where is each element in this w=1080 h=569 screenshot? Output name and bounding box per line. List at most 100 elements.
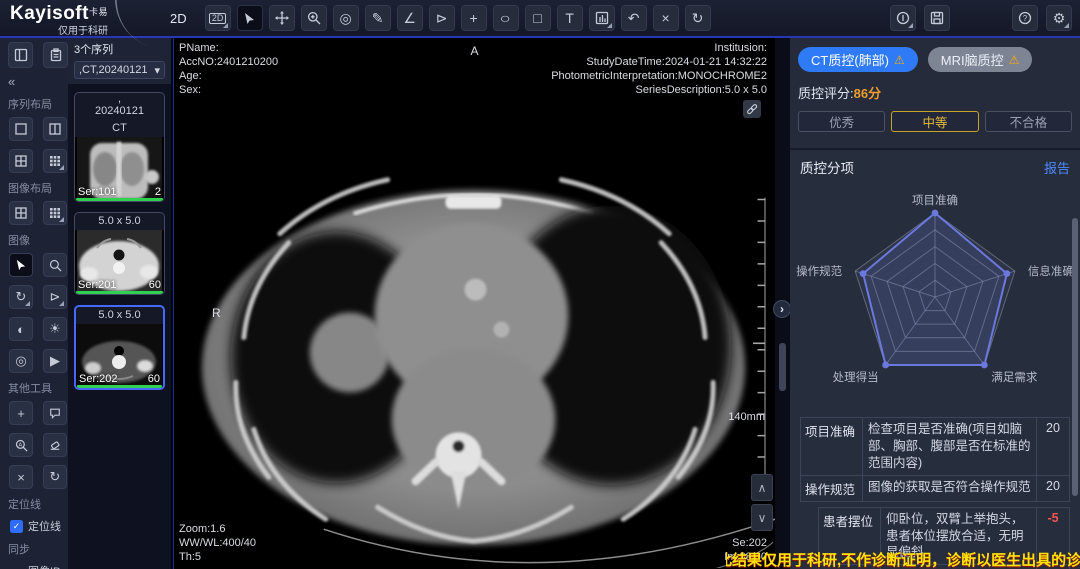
roi-magnifier-icon: A (15, 439, 28, 452)
magnifier-tool-sidebar[interactable] (43, 253, 67, 277)
rotate-tool-sidebar[interactable]: ↻ (9, 285, 33, 309)
layout-2d-button[interactable]: 2D (205, 5, 231, 31)
eraser-other-tool[interactable] (43, 433, 67, 457)
help-icon: ? (1018, 11, 1032, 25)
cursor-icon (15, 259, 27, 271)
section-title-locator: 定位线 (0, 496, 68, 512)
grade-fail-button[interactable]: 不合格 (985, 111, 1072, 132)
locator-line-checkbox[interactable] (10, 520, 23, 533)
checkbox-row-image-id-sync[interactable]: 图像ID同步 (0, 563, 68, 569)
collapse-sidebar-button[interactable]: « (0, 74, 68, 89)
target-tool-sidebar[interactable]: ◎ (9, 349, 33, 373)
layout-3x3-button[interactable] (43, 149, 67, 173)
zoom-window-overlay: Zoom:1.6 WW/WL:400/40 Th:5 (179, 522, 256, 564)
pointer-tool-button[interactable] (237, 5, 263, 31)
zoom-in-icon (307, 11, 321, 25)
orientation-anterior: A (470, 44, 478, 58)
section-title-image-layout: 图像布局 (0, 180, 68, 196)
cine-probe-tool-sidebar[interactable]: ⊳ (43, 285, 67, 309)
radar-chart: 项目准确信息准确满足需求处理得当操作规范 (790, 179, 1080, 415)
svg-text:?: ? (1023, 14, 1028, 23)
grade-excellent-button[interactable]: 优秀 (798, 111, 885, 132)
thumbnail-neck-bright[interactable]: Ser:20160 (75, 230, 164, 294)
contrast-tool-sidebar[interactable]: ◐ (9, 317, 33, 341)
series-card-201[interactable]: 5.0 x 5.0 Ser:20160 (74, 212, 165, 295)
thumbnail-neck-dark[interactable]: Ser:20260 (76, 324, 163, 388)
info-button[interactable] (890, 5, 916, 31)
svg-text:处理得当: 处理得当 (833, 370, 879, 384)
angle-tool-button[interactable]: ∠ (397, 5, 423, 31)
load-progress (76, 198, 163, 201)
reset-other-tool[interactable]: ↻ (43, 465, 67, 489)
pencil-tool-button[interactable]: ✎ (365, 5, 391, 31)
text-annotation-button[interactable]: T (557, 5, 583, 31)
settings-button[interactable]: ⚙ (1046, 5, 1072, 31)
window-level-button[interactable] (589, 5, 615, 31)
link-sync-button[interactable] (743, 100, 761, 118)
layout-2x2-icon (15, 155, 27, 167)
table-row: 操作规范 图像的获取是否符合操作规范 20 (801, 476, 1069, 502)
svg-text:满足需求: 满足需求 (991, 371, 1037, 384)
layout-2x2-button[interactable] (9, 149, 33, 173)
toolbar-tools: 2D ◎ ✎ ∠ ⊳ + ○ □ T ↶ × ↻ (205, 5, 711, 31)
checkbox-row-locator-line[interactable]: 定位线 (0, 518, 68, 534)
zoom-in-tool-button[interactable] (301, 5, 327, 31)
cursor-tool-sidebar[interactable] (9, 253, 33, 277)
pacs-app: Kayisoft卡易 仅用于科研 2D 2D ◎ ✎ ∠ ⊳ + ○ □ T (0, 0, 1080, 569)
tab-ct-qc[interactable]: CT质控(肺部) ⚠ (798, 47, 918, 72)
report-tab[interactable] (43, 42, 68, 68)
left-sidebar: « 序列布局 图像布局 图像 ↻ ⊳ ◐ ☀ ◎ ▶ 其他工具 + (0, 38, 68, 569)
rect-roi-button[interactable]: □ (525, 5, 551, 31)
svg-text:A: A (18, 442, 22, 448)
top-toolbar: Kayisoft卡易 仅用于科研 2D 2D ◎ ✎ ∠ ⊳ + ○ □ T (0, 0, 1080, 38)
delete-other-tool[interactable]: × (9, 465, 33, 489)
panel-divider: › (775, 38, 790, 569)
save-icon (930, 11, 944, 25)
qc-panel-scrollbar[interactable] (1072, 218, 1078, 496)
crosshair-tool-button[interactable]: + (461, 5, 487, 31)
reset-button[interactable]: ↻ (685, 5, 711, 31)
tab-mri-qc[interactable]: MRI脑质控 ⚠ (928, 47, 1033, 72)
qc-detail-section: 质控分项 报告 项目准确信息准确满足需求处理得当操作规范 项目准确 检查项目是否… (790, 148, 1080, 569)
crosshair-other-tool[interactable]: + (9, 401, 33, 425)
pointer-icon (243, 12, 256, 25)
roi-search-other-tool[interactable]: A (9, 433, 33, 457)
section-title-other-tools: 其他工具 (0, 380, 68, 396)
series-card-101[interactable]: , 20240121 CT Ser:1012 (74, 92, 165, 202)
grade-medium-button[interactable]: 中等 (891, 111, 978, 132)
eraser-icon (49, 439, 61, 451)
annotation-other-tool[interactable] (43, 401, 67, 425)
panel-layout-tab[interactable] (8, 42, 33, 68)
qc-score: 质控评分:86分 (798, 83, 1072, 102)
layout-1x2-icon (49, 123, 61, 135)
study-select-dropdown[interactable]: ,CT,20240121 ▾ (74, 61, 165, 79)
brightness-tool-sidebar[interactable]: ☀ (43, 317, 67, 341)
layout-1x2-button[interactable] (43, 117, 67, 141)
thumbnail-scout[interactable]: Ser:1012 (75, 137, 164, 201)
undo-button[interactable]: ↶ (621, 5, 647, 31)
toolbar-right-group (890, 5, 950, 31)
cobb-probe-tool-button[interactable]: ⊳ (429, 5, 455, 31)
help-button[interactable]: ? (1012, 5, 1038, 31)
scroll-down-button[interactable]: ∨ (751, 504, 773, 531)
play-tool-sidebar[interactable]: ▶ (43, 349, 67, 373)
warning-icon: ⚠ (894, 53, 905, 67)
report-link[interactable]: 报告 (1044, 158, 1070, 177)
speech-bubble-icon (49, 407, 61, 419)
ellipse-roi-button[interactable]: ○ (493, 5, 519, 31)
table-row: 项目准确 检查项目是否准确(项目如脑部、胸部、腹部是否在标准的范围内容) 20 (801, 418, 1069, 476)
pan-tool-button[interactable] (269, 5, 295, 31)
layout-1x1-button[interactable] (9, 117, 33, 141)
series-card-202-selected[interactable]: 5.0 x 5.0 Ser:20260 (74, 305, 165, 390)
delete-button[interactable]: × (653, 5, 679, 31)
img-layout-2x2-button[interactable] (9, 201, 33, 225)
logo-text: Kayisoft (10, 3, 89, 24)
main-viewport[interactable]: PName: AccNO:2401210200 Age: Sex: Instit… (173, 38, 775, 569)
scroll-up-button[interactable]: ∧ (751, 474, 773, 501)
save-button[interactable] (924, 5, 950, 31)
divider-scrollbar[interactable] (779, 343, 786, 391)
svg-text:操作规范: 操作规范 (796, 264, 842, 278)
localizer-tool-button[interactable]: ◎ (333, 5, 359, 31)
expand-panel-button[interactable]: › (773, 300, 791, 318)
img-layout-3x3-button[interactable] (43, 201, 67, 225)
